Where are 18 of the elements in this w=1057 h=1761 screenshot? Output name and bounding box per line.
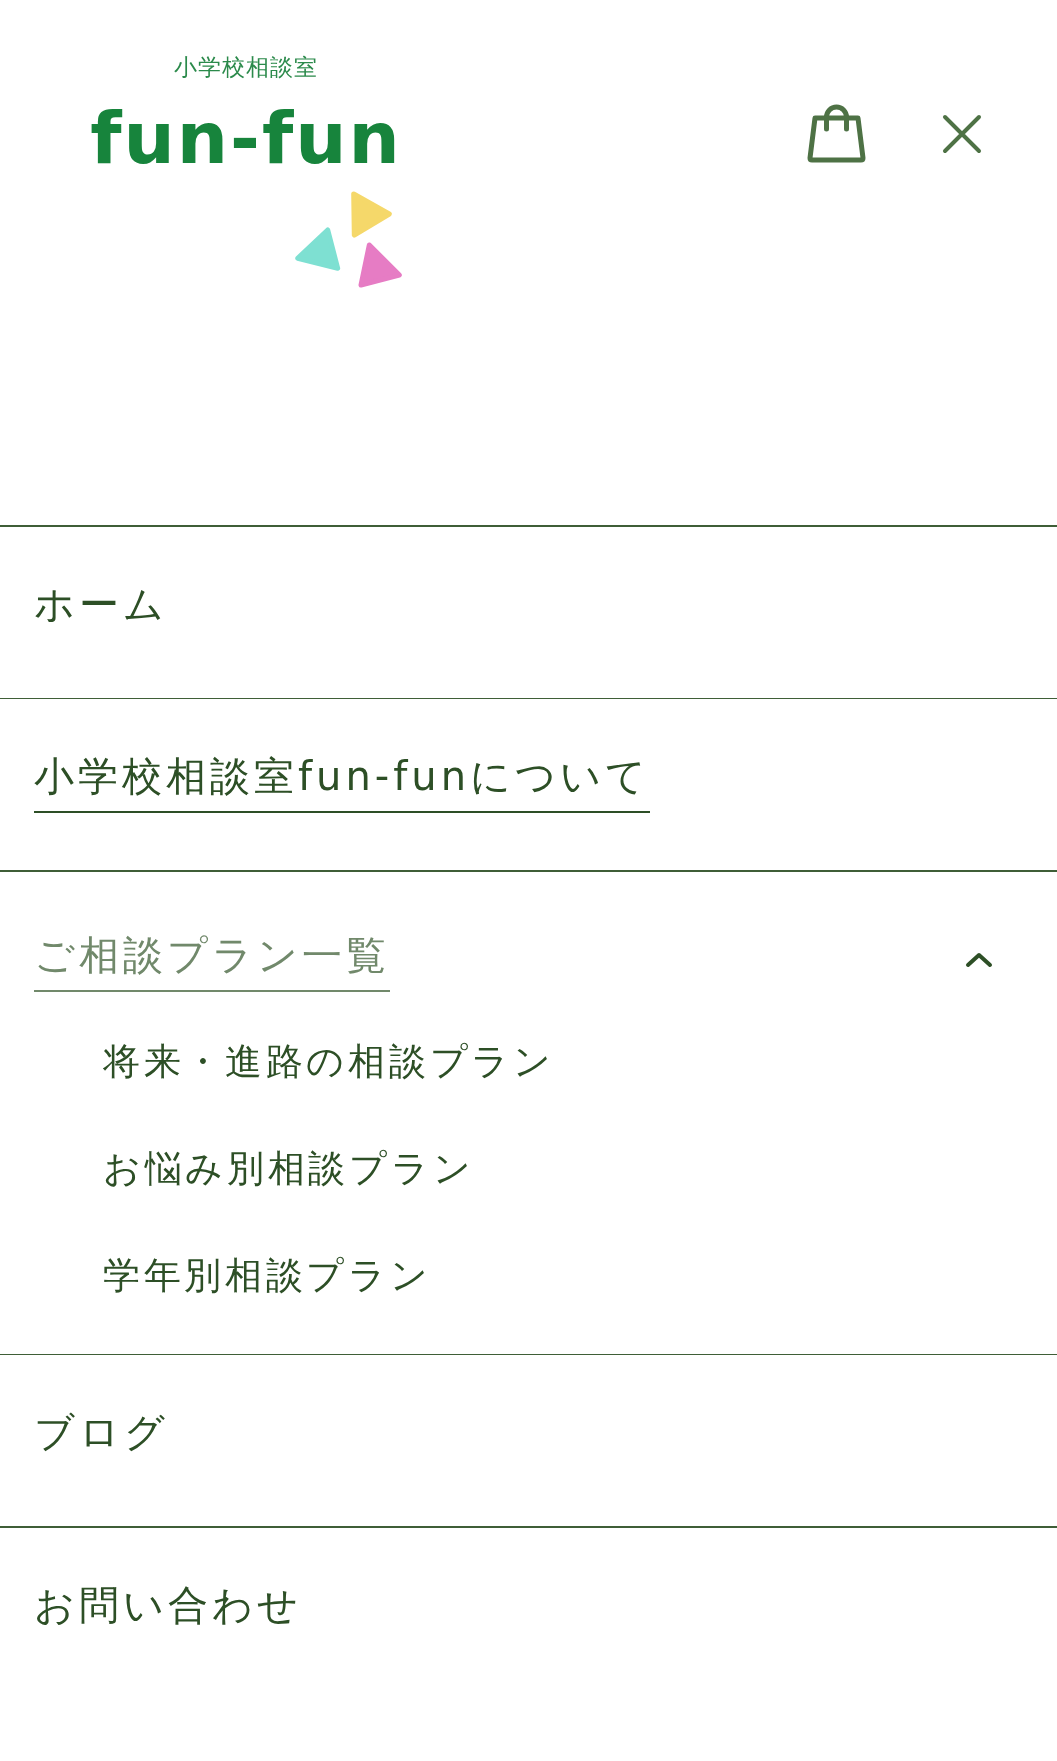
logo-text: fun-fun: [90, 102, 402, 174]
close-icon: [942, 114, 982, 154]
triangle-icon: [295, 227, 341, 271]
menu-link[interactable]: ご相談プラン一覧: [34, 928, 390, 992]
menu-link[interactable]: お問い合わせ: [34, 1578, 302, 1642]
chevron-up-icon[interactable]: [965, 952, 993, 968]
menu-link[interactable]: ブログ: [34, 1406, 169, 1469]
submenu-link[interactable]: 将来・進路の相談プラン: [103, 1035, 555, 1090]
close-button[interactable]: [942, 114, 982, 154]
menu-link[interactable]: ホーム: [34, 577, 168, 641]
menu-link[interactable]: 小学校相談室fun-funについて: [34, 750, 650, 813]
bag-icon: [807, 103, 867, 165]
submenu-link[interactable]: お悩み別相談プラン: [103, 1142, 475, 1197]
submenu-link[interactable]: 学年別相談プラン: [103, 1249, 432, 1304]
cart-button[interactable]: [807, 103, 867, 165]
triangle-icon: [351, 191, 392, 238]
triangle-icon: [358, 242, 402, 288]
logo-subtitle: 小学校相談室: [174, 53, 318, 81]
